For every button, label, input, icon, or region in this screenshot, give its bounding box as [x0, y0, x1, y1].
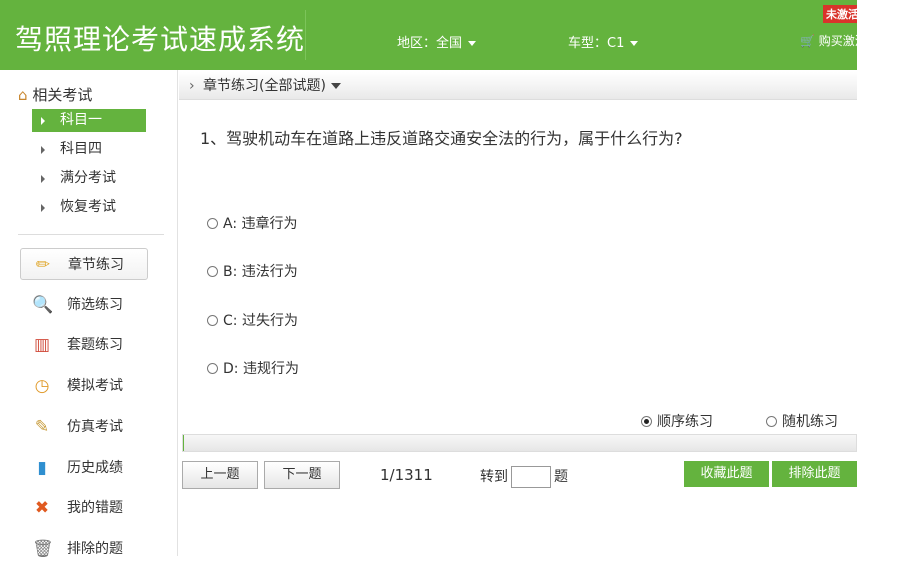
- nav-item[interactable]: ✖ 我的错题: [20, 492, 148, 524]
- nav-item[interactable]: ✏ 章节练习: [20, 248, 148, 280]
- subject-item[interactable]: 恢复考试: [32, 196, 146, 219]
- clock-icon: ◷: [34, 376, 50, 397]
- favorite-button[interactable]: 收藏此题: [684, 461, 769, 487]
- nav-label: 章节练习: [68, 257, 124, 273]
- subject-label: 满分考试: [60, 170, 116, 186]
- chevron-right-icon: ›: [189, 78, 195, 94]
- mode-label: 顺序练习: [657, 414, 713, 430]
- subject-label: 恢复考试: [60, 199, 116, 215]
- app-title: 驾照理论考试速成系统: [15, 23, 306, 56]
- goto-control: 转到 题: [480, 466, 568, 488]
- nav-label: 排除的题: [67, 540, 123, 557]
- divider: [305, 10, 306, 60]
- sidebar: ⌂ 相关考试 科目一科目四满分考试恢复考试 ✏ 章节练习 🔍 筛选练习 ▥ 套题练习 ◷ 模拟…: [0, 70, 178, 559]
- exclude-button[interactable]: 排除此题: [772, 461, 857, 487]
- answer-option[interactable]: C: 过失行为: [207, 310, 298, 330]
- radio[interactable]: [207, 266, 218, 278]
- region-label: 地区：全国: [397, 36, 463, 51]
- bar-chart-icon: ▮: [37, 457, 47, 478]
- subject-item[interactable]: 科目四: [32, 138, 146, 161]
- divider: [18, 234, 164, 235]
- progress-bar: [182, 434, 857, 452]
- car-type-select[interactable]: 车型：C1: [568, 32, 639, 51]
- chevron-right-icon: [41, 146, 45, 154]
- subject-label: 科目一: [60, 112, 102, 128]
- related-exams-heading: ⌂ 相关考试: [18, 84, 92, 105]
- notepad-icon: ✎: [34, 416, 50, 437]
- x-icon: ✖: [34, 498, 50, 519]
- nav-label: 仿真考试: [67, 418, 123, 435]
- home-icon: ⌂: [18, 86, 28, 104]
- option-label: C: 过失行为: [223, 312, 298, 329]
- radio[interactable]: [207, 314, 218, 326]
- chevron-down-icon: [330, 83, 341, 89]
- nav-label: 历史成绩: [67, 459, 123, 476]
- breadcrumb-label: 章节练习(全部试题): [203, 78, 326, 94]
- books-icon: ▥: [33, 335, 51, 356]
- goto-suffix: 题: [554, 469, 568, 485]
- car-type-label: 车型：C1: [568, 36, 625, 51]
- chevron-right-icon: [41, 204, 45, 212]
- subject-item[interactable]: 科目一: [32, 109, 146, 132]
- radio[interactable]: [207, 362, 218, 374]
- chevron-down-icon: [468, 41, 477, 46]
- region-select[interactable]: 地区：全国: [397, 32, 477, 51]
- radio[interactable]: [766, 416, 777, 427]
- prev-button[interactable]: 上一题: [182, 461, 258, 489]
- nav-item[interactable]: ◷ 模拟考试: [20, 370, 148, 402]
- goto-input[interactable]: [511, 466, 551, 488]
- answer-option[interactable]: B: 违法行为: [207, 261, 298, 281]
- next-button[interactable]: 下一题: [264, 461, 340, 489]
- buy-label: 购买激活: [818, 34, 857, 48]
- nav-item[interactable]: 🗑 排除的题: [20, 533, 148, 565]
- status-badge: 未激活: [823, 5, 857, 23]
- goto-label: 转到: [480, 469, 508, 485]
- mode-random[interactable]: 随机练习: [766, 411, 838, 431]
- cart-icon: 🛒: [800, 34, 815, 48]
- mode-label: 随机练习: [782, 414, 838, 430]
- mode-sequential[interactable]: 顺序练习: [641, 411, 713, 431]
- breadcrumb[interactable]: › 章节练习(全部试题): [179, 72, 857, 100]
- nav-label: 筛选练习: [67, 296, 123, 313]
- radio-selected[interactable]: [641, 416, 652, 427]
- nav-label: 我的错题: [67, 500, 123, 517]
- option-label: D: 违规行为: [223, 360, 299, 377]
- answer-option[interactable]: A: 违章行为: [207, 213, 298, 233]
- option-label: B: 违法行为: [223, 264, 298, 281]
- buy-button[interactable]: 🛒 购买激活: [800, 32, 857, 49]
- progress-fill: [183, 435, 184, 451]
- answer-option[interactable]: D: 违规行为: [207, 358, 299, 378]
- nav-label: 模拟考试: [67, 378, 123, 395]
- search-icon: 🔍: [32, 294, 54, 315]
- nav-item[interactable]: ▮ 历史成绩: [20, 452, 148, 484]
- chevron-right-icon: [41, 175, 45, 183]
- radio[interactable]: [207, 218, 218, 229]
- nav-item[interactable]: ✎ 仿真考试: [20, 411, 148, 443]
- subject-item[interactable]: 满分考试: [32, 167, 146, 190]
- nav-item[interactable]: ▥ 套题练习: [20, 329, 148, 361]
- chevron-down-icon: [630, 41, 639, 46]
- question-text: 1、驾驶机动车在道路上违反道路交通安全法的行为，属于什么行为?: [200, 129, 683, 148]
- subject-label: 科目四: [60, 141, 102, 157]
- option-label: A: 违章行为: [223, 216, 298, 232]
- nav-item[interactable]: 🔍 筛选练习: [20, 289, 148, 321]
- chevron-right-icon: [41, 117, 45, 125]
- nav-label: 套题练习: [67, 337, 123, 354]
- related-exams-label: 相关考试: [32, 86, 93, 104]
- pencil-icon: ✏: [35, 255, 51, 275]
- question-counter: 1/1311: [380, 466, 433, 484]
- header: 驾照理论考试速成系统 地区：全国 车型：C1 未激活 🛒 购买激活: [0, 0, 857, 70]
